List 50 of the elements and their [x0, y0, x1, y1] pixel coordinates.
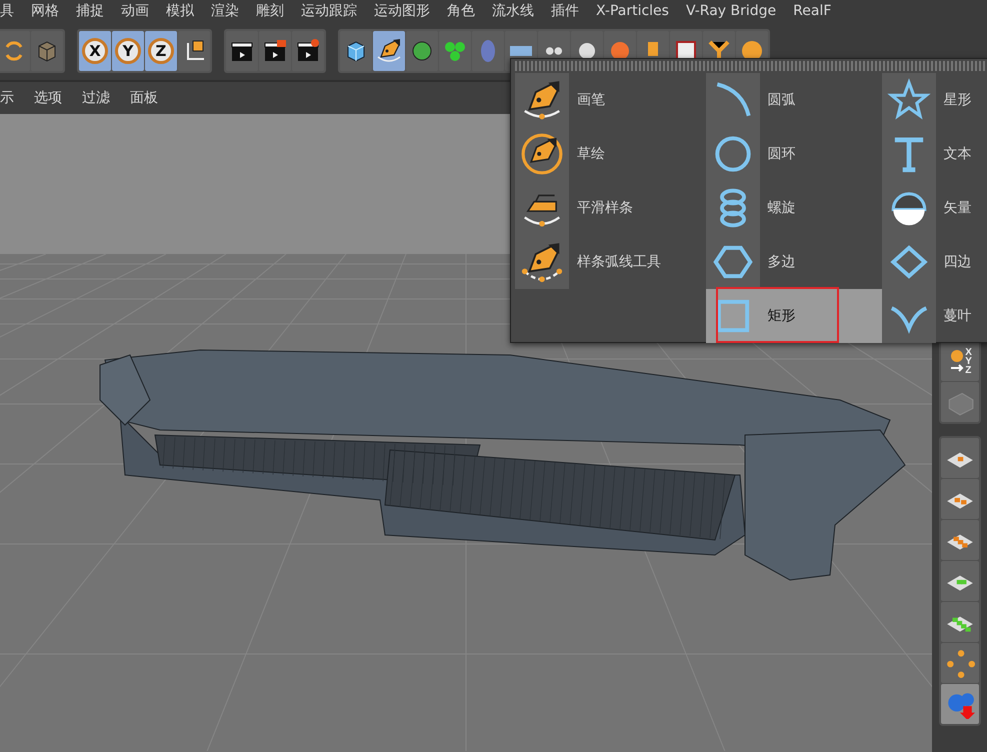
view-menu-item[interactable]: 面板	[130, 89, 158, 107]
side-toolbar-button[interactable]: XYZ	[940, 341, 978, 381]
spline-menu-item[interactable]: 矩形	[706, 289, 882, 343]
side-toolbar-button[interactable]	[940, 520, 978, 560]
menu-item[interactable]: 角色	[447, 2, 475, 20]
side-toolbar-button[interactable]	[940, 479, 978, 519]
spline-menu-item[interactable]: 圆弧	[706, 73, 882, 127]
toolbar-button[interactable]	[259, 31, 291, 71]
menu-item[interactable]: RealF	[793, 3, 832, 19]
toolbar-button[interactable]	[292, 31, 324, 71]
pen-circle-icon	[520, 132, 564, 176]
pen-arc-icon	[520, 240, 564, 284]
menu-item[interactable]: 动画	[121, 2, 149, 20]
spline-menu-item[interactable]: 画笔	[515, 73, 706, 127]
menu-item[interactable]: 渲染	[211, 2, 239, 20]
side-toolbar-button[interactable]	[940, 643, 978, 683]
lock-sphere-arrow-icon	[948, 348, 964, 374]
axis-toggle-button[interactable]: X	[79, 31, 111, 71]
menu-item[interactable]: V-Ray Bridge	[686, 3, 776, 19]
spline-menu-item[interactable]: 螺旋	[706, 181, 882, 235]
menu-item[interactable]: X-Particles	[596, 3, 669, 19]
side-toolbar-button[interactable]	[940, 561, 978, 601]
view-menu-item[interactable]: 选项	[34, 89, 62, 107]
toolbar-button[interactable]	[340, 31, 372, 71]
menu-item[interactable]: 插件	[551, 2, 579, 20]
menu-item[interactable]: 具	[0, 2, 14, 20]
menu-item[interactable]: 雕刻	[256, 2, 284, 20]
grip-handle[interactable]	[515, 61, 985, 71]
toolbar-button[interactable]	[178, 31, 210, 71]
spline-menu-item[interactable]: 样条弧线工具	[515, 235, 706, 289]
menu-item[interactable]: 流水线	[492, 2, 534, 20]
menu-item[interactable]: 运动图形	[374, 2, 430, 20]
axis-toggle-button[interactable]: Z	[145, 31, 177, 71]
spline-menu-item[interactable]: 多边	[706, 235, 882, 289]
menu-item[interactable]: 捕捉	[76, 2, 104, 20]
menu-item[interactable]: 模拟	[166, 2, 194, 20]
spline-menu-item[interactable]: 圆环	[706, 127, 882, 181]
toolbar-button[interactable]	[226, 31, 258, 71]
side-toolbar-button[interactable]	[940, 438, 978, 478]
menu-item[interactable]: 运动跟踪	[301, 2, 357, 20]
axis-toggle-button[interactable]: Y	[112, 31, 144, 71]
star-icon	[886, 78, 930, 122]
view-menu-item[interactable]: 示	[0, 89, 14, 107]
spline-menu-item[interactable]: 平滑样条	[515, 181, 706, 235]
view-menu-item[interactable]: 过滤	[82, 89, 110, 107]
menu-item[interactable]: 网格	[31, 2, 59, 20]
side-toolbar-button[interactable]	[940, 602, 978, 642]
toolbar-button[interactable]	[373, 31, 405, 71]
dotted-diamond-icon	[944, 648, 974, 678]
spline-menu-item[interactable]: 草绘	[515, 127, 706, 181]
